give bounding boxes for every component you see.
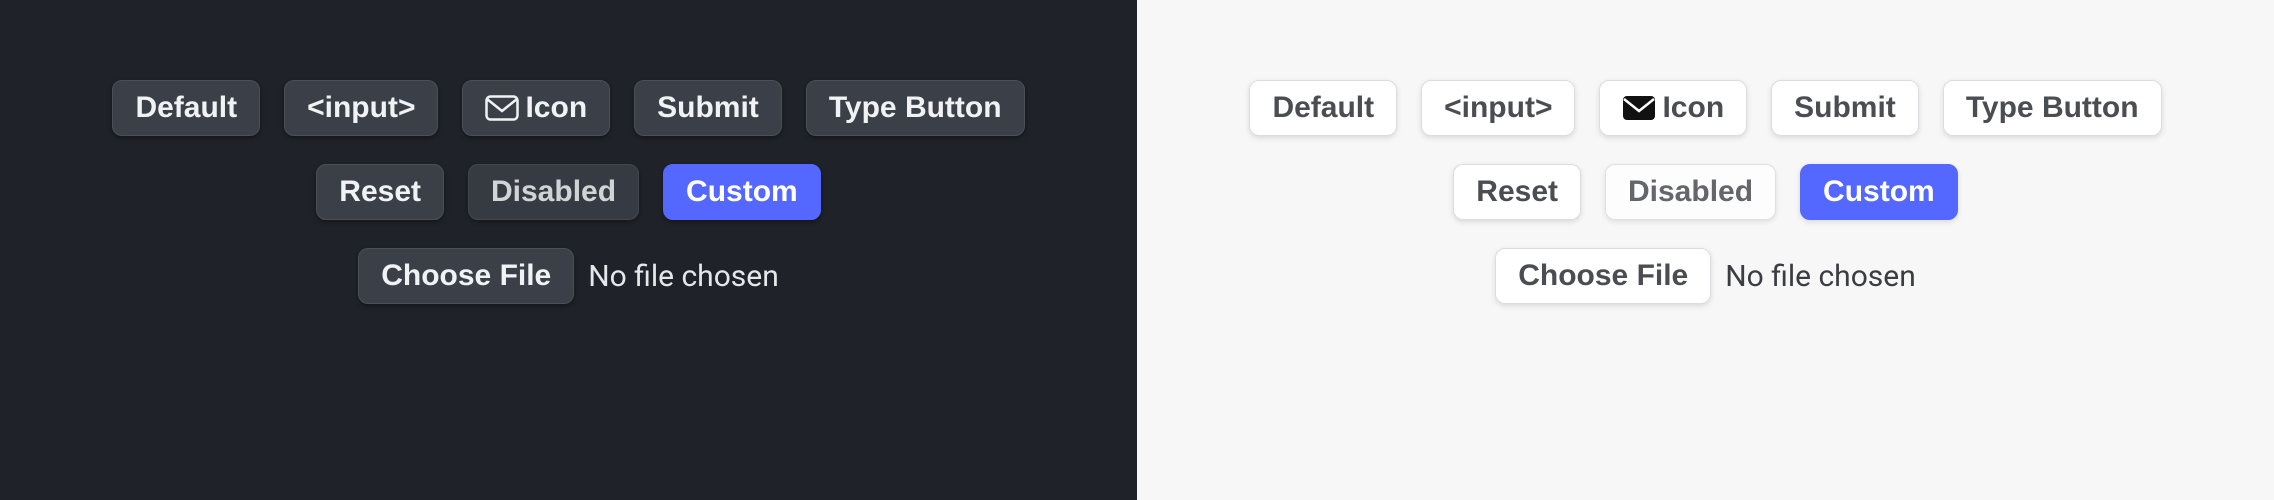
default-button[interactable]: Default [1249,80,1397,136]
type-button-button-label: Type Button [829,93,1002,123]
choose-file-button-label: Choose File [1518,261,1688,291]
envelope-icon [1622,95,1656,121]
dark-theme-panel: Default <input> Icon Submit Type Button … [0,0,1137,500]
custom-button[interactable]: Custom [663,164,821,220]
icon-button[interactable]: Icon [462,80,610,136]
custom-button-label: Custom [1823,177,1935,207]
submit-button-label: Submit [1794,93,1896,123]
envelope-icon [485,95,519,121]
input-button[interactable]: <input> [284,80,438,136]
icon-button-label: Icon [1662,93,1724,123]
file-status-text: No file chosen [588,259,779,294]
button-row-1: Default <input> Icon Submit Type Button [1249,80,2161,136]
button-row-2: Reset Disabled Custom [1453,164,1957,220]
disabled-button: Disabled [468,164,639,220]
disabled-button: Disabled [1605,164,1776,220]
input-button-label: <input> [1444,93,1552,123]
type-button-button-label: Type Button [1966,93,2139,123]
type-button-button[interactable]: Type Button [1943,80,2162,136]
icon-button[interactable]: Icon [1599,80,1747,136]
reset-button[interactable]: Reset [316,164,444,220]
choose-file-button-label: Choose File [381,261,551,291]
file-input-row: Choose File No file chosen [1495,248,1916,304]
choose-file-button[interactable]: Choose File [1495,248,1711,304]
default-button-label: Default [135,93,237,123]
custom-button-label: Custom [686,177,798,207]
file-status-text: No file chosen [1725,259,1916,294]
file-input-row: Choose File No file chosen [358,248,779,304]
custom-button[interactable]: Custom [1800,164,1958,220]
default-button-label: Default [1272,93,1374,123]
type-button-button[interactable]: Type Button [806,80,1025,136]
submit-button[interactable]: Submit [634,80,782,136]
input-button[interactable]: <input> [1421,80,1575,136]
disabled-button-label: Disabled [491,177,616,207]
reset-button-label: Reset [1476,177,1558,207]
default-button[interactable]: Default [112,80,260,136]
icon-button-label: Icon [525,93,587,123]
button-row-2: Reset Disabled Custom [316,164,820,220]
reset-button-label: Reset [339,177,421,207]
disabled-button-label: Disabled [1628,177,1753,207]
submit-button-label: Submit [657,93,759,123]
input-button-label: <input> [307,93,415,123]
reset-button[interactable]: Reset [1453,164,1581,220]
choose-file-button[interactable]: Choose File [358,248,574,304]
button-row-1: Default <input> Icon Submit Type Button [112,80,1024,136]
submit-button[interactable]: Submit [1771,80,1919,136]
light-theme-panel: Default <input> Icon Submit Type Button … [1137,0,2274,500]
